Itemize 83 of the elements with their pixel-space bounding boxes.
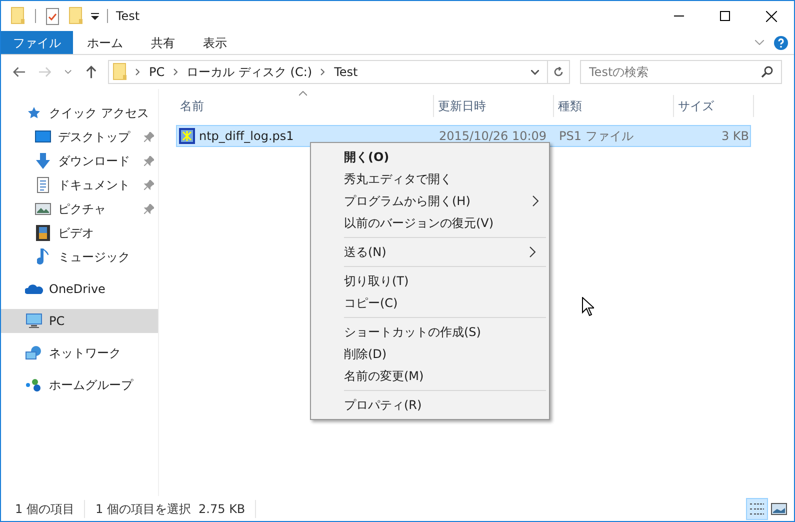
pin-icon[interactable] [144, 204, 154, 214]
star-icon [27, 106, 41, 120]
mouse-pointer-icon [582, 297, 594, 316]
menu-item[interactable]: 秀丸エディタで開く [311, 168, 549, 190]
down-arrow-icon [35, 153, 51, 169]
menu-item[interactable]: ショートカットの作成(S) [344, 321, 546, 343]
ribbon-tab[interactable]: 共有 [137, 31, 189, 54]
up-arrow-icon[interactable] [86, 65, 96, 79]
file-name: ntp_diff_log.ps1 [199, 128, 294, 145]
table-cell-text: 3 KB [720, 128, 749, 145]
breadcrumb[interactable]: PC [149, 63, 165, 81]
monitor-icon [35, 130, 51, 144]
column-header[interactable]: 種類 [554, 95, 674, 117]
close-icon [766, 10, 776, 22]
column-header[interactable]: サイズ [674, 95, 754, 117]
menu-item[interactable]: プログラムから開く(H) [311, 190, 549, 212]
menu-item[interactable]: コピー(C) [344, 292, 546, 314]
expand-ribbon-icon[interactable] [755, 40, 764, 45]
search-icon [761, 66, 774, 78]
window-title: Test [116, 8, 140, 25]
menu-item[interactable]: 開く(O) [311, 146, 549, 168]
sidebar-item[interactable]: デスクトップ [1, 125, 158, 149]
help-icon[interactable] [774, 36, 788, 50]
sidebar-item[interactable]: ドキュメント [1, 173, 158, 197]
search-field[interactable]: Testの検索 [580, 60, 782, 84]
ribbon-tab[interactable]: ファイル [1, 31, 73, 54]
pin-icon[interactable] [144, 180, 154, 190]
dropdown-caret-icon[interactable] [91, 12, 99, 20]
computer-icon [26, 313, 42, 329]
menu-item[interactable]: 以前のバージョンの復元(V) [311, 212, 549, 234]
folder-icon [11, 7, 25, 25]
pin-icon[interactable] [144, 132, 154, 142]
sidebar-item[interactable]: ネットワーク [1, 341, 158, 365]
status-text: 1 個の項目を選択 2.75 KB [95, 500, 256, 518]
sidebar-item[interactable]: ダウンロード [1, 149, 158, 173]
menu-item[interactable]: 切り取り(T) [344, 270, 546, 292]
sidebar-item[interactable]: ビデオ [1, 221, 158, 245]
image-icon [771, 502, 787, 514]
chevron-icon [172, 68, 179, 76]
ribbon-tab[interactable]: 表示 [189, 31, 241, 54]
sidebar-item[interactable]: PC [1, 309, 158, 333]
network-icon [25, 345, 43, 361]
film-icon [36, 225, 50, 241]
checked-document-icon[interactable] [46, 8, 59, 24]
status-text: 1 個の項目 [15, 500, 86, 518]
address-bar[interactable]: PC ローカル ディスク (C:) Test [108, 60, 548, 84]
pin-icon[interactable] [144, 156, 154, 166]
sort-caret-icon [299, 91, 307, 96]
file-row[interactable]: ntp_diff_log.ps1 2015/10/26 10:09 PS1 ファイル 3 KB [176, 125, 751, 147]
breadcrumb[interactable]: ローカル ディスク (C:) [186, 63, 312, 81]
refresh-button[interactable] [548, 60, 570, 84]
menu-item[interactable]: プロパティ(R) [344, 394, 546, 416]
column-header[interactable]: 更新日時 [434, 95, 554, 117]
chevron-icon [320, 68, 326, 76]
back-arrow-icon[interactable] [13, 66, 26, 78]
breadcrumb[interactable]: Test [334, 63, 358, 81]
cloud-icon [25, 283, 43, 295]
refresh-icon [554, 66, 564, 78]
table-cell-text: 2015/10/26 10:09 [438, 128, 548, 145]
recent-dropdown-icon[interactable] [65, 70, 72, 74]
column-header[interactable]: 名前 [176, 95, 434, 117]
music-note-icon [37, 248, 49, 266]
table-cell-text: PS1 ファイル [558, 128, 634, 145]
folder-icon [113, 63, 128, 81]
people-icon [25, 378, 43, 392]
sidebar-item[interactable]: OneDrive [1, 277, 158, 301]
maximize-icon [720, 11, 730, 21]
menu-item[interactable]: 削除(D) [344, 343, 546, 365]
script-file-icon [179, 128, 195, 144]
menu-item[interactable]: 名前の変更(M) [344, 365, 546, 387]
sidebar-item[interactable]: クイック アクセス [1, 101, 158, 125]
details-view-button[interactable] [746, 498, 768, 520]
sidebar-item[interactable]: ミュージック [1, 245, 158, 269]
list-icon [749, 502, 765, 516]
new-folder-icon [69, 7, 83, 25]
address-dropdown-icon[interactable] [531, 70, 540, 74]
document-icon [37, 177, 49, 193]
sidebar-item[interactable]: ホームグループ [1, 373, 158, 397]
image-icon [35, 203, 51, 215]
sidebar-item[interactable]: ピクチャ [1, 197, 158, 221]
menu-item[interactable]: 送る(N) [344, 241, 546, 263]
chevron-icon [135, 68, 142, 76]
ribbon-tab[interactable]: ホーム [73, 31, 137, 54]
